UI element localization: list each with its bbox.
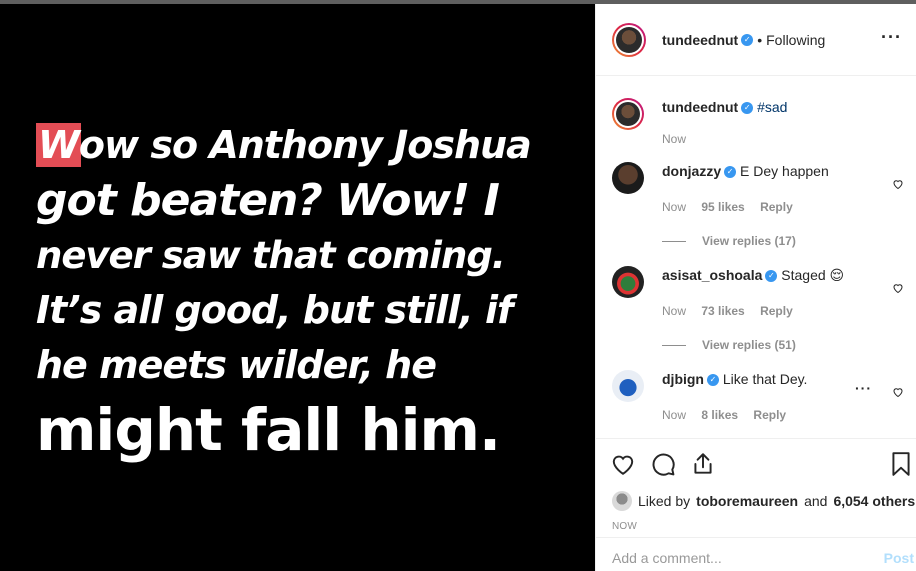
reply-button[interactable]: Reply (760, 304, 793, 318)
comment-text: Like that Dey. (722, 371, 808, 387)
liked-by-suffix: and (804, 493, 828, 509)
caption-body: tundeednut ✓ #sad (662, 98, 902, 116)
story-text: Wow so Anthony Joshua got beaten? Wow! I… (36, 118, 576, 467)
caption-meta: Now (662, 132, 698, 146)
comment-bubble-icon[interactable] (650, 451, 676, 477)
post-header: tundeednut ✓ • Following ··· (596, 4, 916, 76)
story-line-1-text: ow so Anthony Joshua (78, 123, 532, 167)
heart-icon[interactable] (892, 178, 904, 190)
comment-likes[interactable]: 73 likes (701, 304, 744, 318)
comment-meta: Now 73 likes Reply (662, 304, 805, 318)
post-timestamp: NOW (612, 521, 638, 532)
like-heart-icon[interactable] (610, 451, 636, 477)
comment-time: Now (662, 408, 687, 422)
verified-icon: ✓ (741, 33, 754, 46)
reply-button[interactable]: Reply (760, 200, 793, 214)
story-highlight: W (36, 123, 81, 167)
view-replies-label: View replies (17) (702, 234, 796, 248)
caption-item: tundeednut ✓ #sad Now (612, 98, 912, 158)
view-replies-button[interactable]: View replies (51) (662, 338, 796, 352)
comment-username[interactable]: djbign (662, 371, 704, 387)
share-icon[interactable] (690, 451, 716, 477)
comment-username[interactable]: donjazzy (662, 163, 721, 179)
caption-hashtag[interactable]: #sad (757, 99, 787, 115)
more-horizontal-icon[interactable]: ··· (881, 28, 902, 46)
story-line-1: Wow so Anthony Joshua (36, 118, 576, 173)
comment-options-icon[interactable]: ··· (855, 380, 872, 396)
story-line-3: never saw that coming. (36, 234, 506, 277)
story-line-6: might fall him. (36, 396, 501, 464)
likes-summary: Liked by toboremaureen and 6,054 others (612, 491, 915, 511)
liked-by-user[interactable]: toboremaureen (696, 493, 798, 509)
verified-icon: ✓ (765, 270, 778, 283)
comment-item: asisat_oshoala ✓ Staged 😌 Now 73 likes Re… (612, 266, 912, 366)
comment-avatar[interactable] (612, 370, 644, 402)
story-line-5: he meets wilder, he (36, 343, 437, 387)
heart-icon[interactable] (892, 386, 904, 398)
comment-item: donjazzy ✓ E Dey happen Now 95 likes Repl… (612, 162, 912, 262)
author-info: tundeednut ✓ • Following (662, 32, 825, 48)
verified-icon: ✓ (724, 166, 737, 179)
comment-text: Staged 😌 (781, 267, 845, 283)
follow-status[interactable]: Following (766, 32, 825, 48)
author-avatar[interactable] (612, 22, 646, 57)
likes-count-button[interactable]: 6,054 others (833, 493, 915, 509)
verified-icon: ✓ (741, 102, 754, 115)
author-username[interactable]: tundeednut (662, 32, 738, 48)
comment-input[interactable]: Add a comment... (612, 550, 722, 566)
caption-username[interactable]: tundeednut (662, 99, 738, 115)
post-media: Wow so Anthony Joshua got beaten? Wow! I… (0, 4, 595, 571)
comment-body: donjazzy ✓ E Dey happen (662, 162, 902, 180)
heart-icon[interactable] (892, 282, 904, 294)
comment-body: asisat_oshoala ✓ Staged 😌 (662, 266, 902, 284)
comment-username[interactable]: asisat_oshoala (662, 267, 762, 283)
comment-meta: Now 95 likes Reply (662, 200, 805, 214)
caption-avatar[interactable] (612, 98, 644, 130)
comment-avatar[interactable] (612, 162, 644, 194)
comment-item: djbign ✓ Like that Dey. ··· Now 8 likes R… (612, 370, 912, 430)
action-icons (610, 451, 716, 479)
post-side-panel: tundeednut ✓ • Following ··· tundeednut ✓… (595, 4, 916, 571)
comment-likes[interactable]: 95 likes (701, 200, 744, 214)
view-replies-button[interactable]: View replies (17) (662, 234, 796, 248)
post-comment-button[interactable]: Post (884, 550, 914, 566)
comment-text: E Dey happen (740, 163, 829, 179)
comment-time: Now (662, 304, 687, 318)
comment-avatar[interactable] (612, 266, 644, 298)
add-comment-bar: Add a comment... Post (596, 537, 916, 571)
comment-time: Now (662, 200, 687, 214)
bookmark-icon[interactable] (888, 451, 914, 477)
comments-list: tundeednut ✓ #sad Now donjazzy ✓ E Dey hap… (596, 77, 916, 438)
view-replies-label: View replies (51) (702, 338, 796, 352)
story-line-2: got beaten? Wow! I (36, 175, 500, 226)
follow-separator: • (757, 31, 763, 48)
liker-avatar[interactable] (612, 491, 632, 511)
verified-icon: ✓ (707, 374, 719, 387)
comment-likes[interactable]: 8 likes (701, 408, 738, 422)
comment-meta: Now 8 likes Reply (662, 408, 798, 422)
reply-button[interactable]: Reply (753, 408, 786, 422)
caption-time: Now (662, 132, 687, 146)
post-modal: Wow so Anthony Joshua got beaten? Wow! I… (0, 4, 916, 571)
story-line-4: It’s all good, but still, if (36, 288, 514, 332)
liked-by-prefix: Liked by (638, 493, 691, 509)
